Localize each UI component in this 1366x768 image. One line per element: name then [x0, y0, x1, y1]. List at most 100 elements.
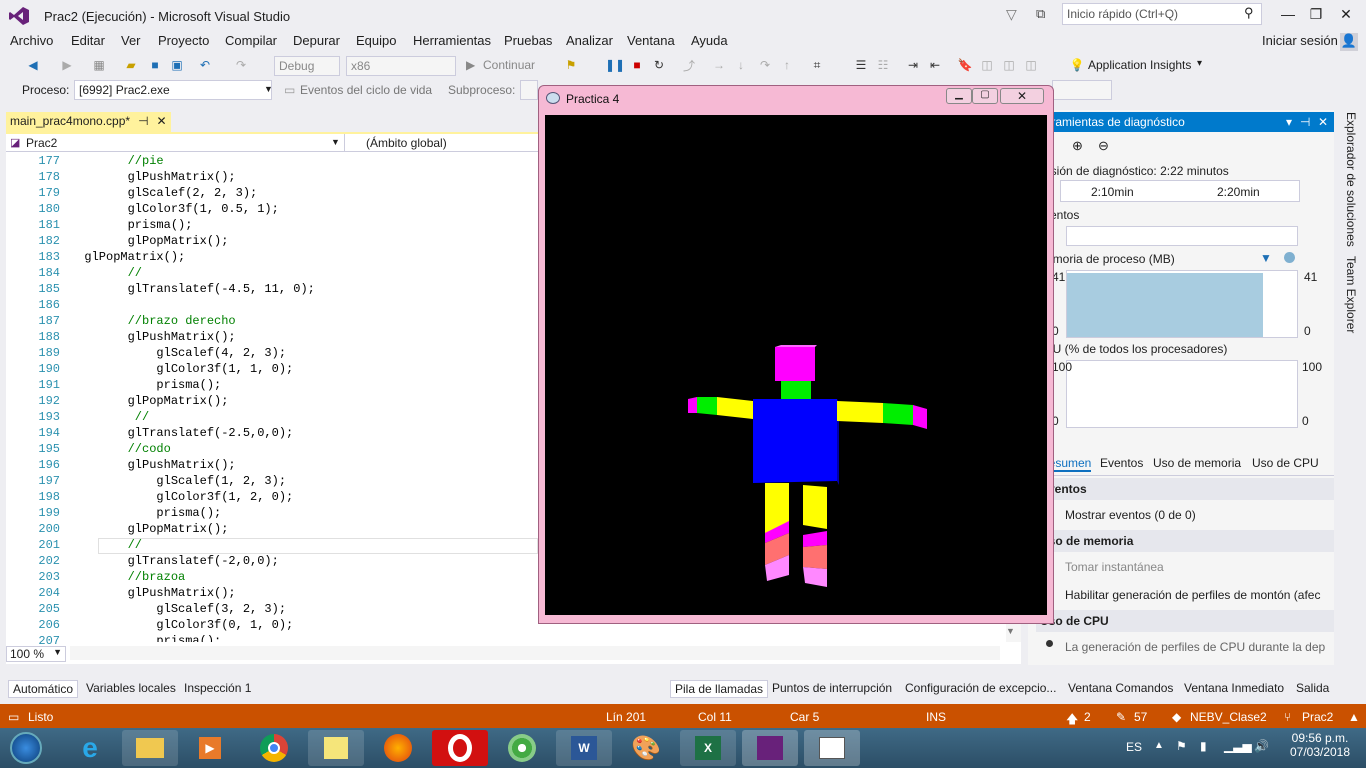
solution-explorer-tab[interactable]: Explorador de soluciones: [1344, 112, 1358, 247]
pin-icon[interactable]: ⊣: [138, 114, 148, 130]
menu-depurar[interactable]: Depurar: [293, 33, 340, 48]
code-line[interactable]: glPopMatrix();: [70, 522, 229, 538]
feedback-icon[interactable]: ⧉: [1036, 6, 1045, 22]
opengl-canvas[interactable]: [545, 115, 1047, 615]
code-line[interactable]: prisma();: [70, 378, 221, 394]
code-line[interactable]: prisma();: [70, 506, 221, 522]
redo-icon[interactable]: ↷: [232, 56, 250, 74]
chevron-down-icon[interactable]: ▼: [331, 137, 340, 147]
action-center-icon[interactable]: ⚑: [1176, 739, 1187, 753]
indent-icon[interactable]: ⇥: [904, 56, 922, 74]
scroll-down-icon[interactable]: ▼: [1006, 626, 1015, 636]
code-line[interactable]: prisma();: [70, 218, 193, 234]
code-line[interactable]: glPopMatrix();: [70, 394, 229, 410]
team-explorer-tab[interactable]: Team Explorer: [1344, 256, 1358, 333]
signin-link[interactable]: Iniciar sesión: [1262, 33, 1338, 48]
lifecycle-events-button[interactable]: Eventos del ciclo de vida: [300, 83, 432, 97]
chrome-icon[interactable]: [246, 730, 302, 766]
close-icon[interactable]: ✕: [1318, 115, 1328, 129]
code-line[interactable]: glPushMatrix();: [70, 170, 236, 186]
network-icon[interactable]: ▁▃▅: [1224, 739, 1252, 753]
opengl-app-taskbar-icon[interactable]: [804, 730, 860, 766]
menu-equipo[interactable]: Equipo: [356, 33, 396, 48]
cpu-chart[interactable]: [1066, 360, 1298, 428]
code-line[interactable]: glScalef(1, 2, 3);: [70, 474, 286, 490]
step-over-icon[interactable]: ↓: [732, 56, 750, 74]
firefox-icon[interactable]: [370, 730, 426, 766]
code-line[interactable]: glTranslatef(-2.5,0,0);: [70, 426, 294, 442]
zoom-select[interactable]: 100 % ▼: [6, 646, 66, 662]
application-insights-button[interactable]: Application Insights: [1088, 58, 1191, 72]
undo-icon[interactable]: ↶: [196, 56, 214, 74]
changes-count[interactable]: 57: [1134, 710, 1147, 724]
menu-proyecto[interactable]: Proyecto: [158, 33, 209, 48]
tab-variables-locales[interactable]: Variables locales: [82, 680, 180, 696]
tab-salida[interactable]: Salida: [1292, 680, 1333, 696]
show-events-link[interactable]: Mostrar eventos (0 de 0): [1065, 508, 1196, 522]
code-line[interactable]: glColor3f(1, 1, 0);: [70, 362, 293, 378]
hex-icon[interactable]: ⌗: [808, 56, 826, 74]
branch-icon[interactable]: ⑂: [1284, 710, 1291, 724]
search-icon[interactable]: ⚲: [1244, 5, 1254, 21]
gl-close-button[interactable]: ✕: [1000, 88, 1044, 104]
tab-puntos-interrupcion[interactable]: Puntos de interrupción: [768, 680, 896, 696]
new-project-icon[interactable]: ▦: [90, 56, 108, 74]
gl-minimize-button[interactable]: ▁: [946, 88, 972, 104]
chevron-down-icon[interactable]: ▼: [53, 647, 62, 657]
language-indicator[interactable]: ES: [1126, 740, 1142, 754]
stop-icon[interactable]: ■: [628, 56, 646, 74]
system-clock[interactable]: 09:56 p.m. 07/03/2018: [1280, 731, 1360, 759]
code-line[interactable]: //brazo derecho: [70, 314, 236, 330]
code-line[interactable]: glPopMatrix();: [70, 234, 229, 250]
zoom-out-icon[interactable]: ⊖: [1098, 138, 1109, 154]
tray-expand-icon[interactable]: ▲: [1154, 740, 1164, 751]
scope-select[interactable]: (Ámbito global): [366, 136, 447, 150]
code-line[interactable]: glPopMatrix();: [70, 250, 185, 266]
forward-icon[interactable]: ▶: [58, 56, 76, 74]
menu-archivo[interactable]: Archivo: [10, 33, 53, 48]
chevron-down-icon[interactable]: ▾: [1286, 115, 1292, 129]
configuration-select[interactable]: Debug: [274, 56, 340, 76]
events-track[interactable]: [1066, 226, 1298, 246]
code-line[interactable]: glColor3f(1, 2, 0);: [70, 490, 293, 506]
tab-inspeccion[interactable]: Inspección 1: [180, 680, 255, 696]
internet-explorer-icon[interactable]: e: [62, 730, 118, 766]
timeline-ruler[interactable]: 2:10min 2:20min: [1060, 180, 1300, 202]
quick-launch-input[interactable]: Inicio rápido (Ctrl+Q): [1062, 3, 1262, 25]
outdent-icon[interactable]: ⇤: [926, 56, 944, 74]
account-icon[interactable]: 👤: [1340, 33, 1358, 51]
code-line[interactable]: glTranslatef(-4.5, 11, 0);: [70, 282, 315, 298]
chevron-up-icon[interactable]: ▲: [1348, 710, 1360, 724]
take-snapshot-button[interactable]: Tomar instantánea: [1065, 560, 1164, 574]
code-line[interactable]: //codo: [70, 442, 171, 458]
chevron-down-icon[interactable]: ▼: [264, 84, 273, 94]
code-line[interactable]: //pie: [70, 154, 164, 170]
sticky-notes-icon[interactable]: [308, 730, 364, 766]
code-line[interactable]: glColor3f(0, 1, 0);: [70, 618, 293, 634]
code-line[interactable]: glScalef(2, 2, 3);: [70, 186, 258, 202]
tab-uso-cpu[interactable]: Uso de CPU: [1252, 456, 1319, 470]
branch-name[interactable]: Prac2: [1302, 710, 1333, 724]
horizontal-scrollbar[interactable]: [70, 646, 1000, 660]
opera-icon[interactable]: [432, 730, 488, 766]
restart-icon[interactable]: ↻: [650, 56, 668, 74]
step-into-icon[interactable]: →: [710, 56, 728, 74]
file-explorer-icon[interactable]: [122, 730, 178, 766]
pencil-icon[interactable]: ✎: [1116, 710, 1126, 724]
app-swirl-icon[interactable]: [494, 730, 550, 766]
repo-icon[interactable]: ◆: [1172, 710, 1181, 724]
volume-icon[interactable]: 🔊: [1254, 739, 1269, 753]
find-icon[interactable]: ⚑: [562, 56, 580, 74]
paint-icon[interactable]: 🎨: [618, 730, 674, 766]
menu-compilar[interactable]: Compilar: [225, 33, 277, 48]
word-icon[interactable]: W: [556, 730, 612, 766]
tab-ventana-inmediato[interactable]: Ventana Inmediato: [1180, 680, 1288, 696]
gl-maximize-button[interactable]: ▢: [972, 88, 998, 104]
bookmark-icon[interactable]: 🔖: [956, 56, 974, 74]
menu-ayuda[interactable]: Ayuda: [691, 33, 728, 48]
code-line[interactable]: glPushMatrix();: [70, 586, 236, 602]
menu-analizar[interactable]: Analizar: [566, 33, 613, 48]
tab-uso-memoria[interactable]: Uso de memoria: [1153, 456, 1241, 470]
pin-icon[interactable]: ⊣: [1300, 115, 1310, 129]
repository-name[interactable]: NEBV_Clase2: [1190, 710, 1267, 724]
